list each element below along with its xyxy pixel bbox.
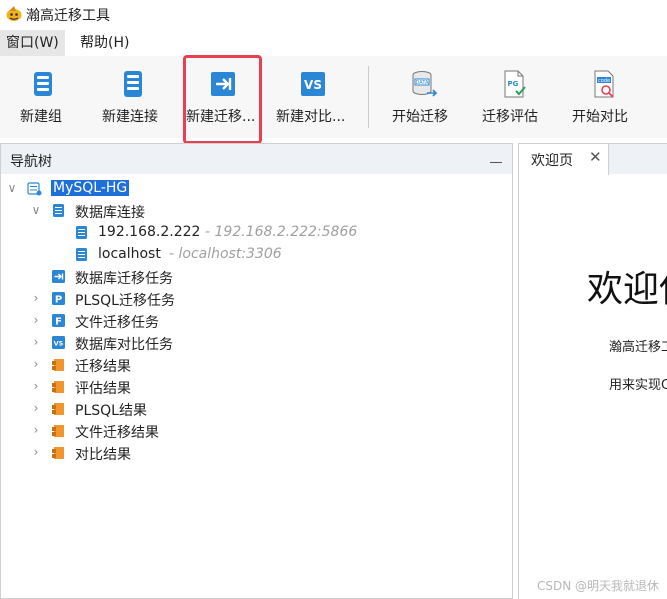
- tree-node-compare-results[interactable]: › 对比结果: [1, 442, 512, 464]
- chevron-right-icon[interactable]: ›: [28, 290, 44, 306]
- app-logo-icon: [6, 6, 22, 21]
- result-folder-icon: [52, 447, 64, 459]
- highlight-annotation: [183, 55, 262, 144]
- server-icon: [76, 226, 87, 239]
- result-folder-icon: [52, 359, 64, 371]
- data-transfer-icon: DATA: [412, 71, 438, 97]
- svg-text:VS: VS: [54, 340, 64, 348]
- tab-welcome[interactable]: 欢迎页 ✕: [519, 144, 609, 175]
- watermark: CSDN @明天我就退休: [537, 579, 660, 593]
- start-migration-label: 开始迁移: [392, 109, 448, 125]
- start-compare-button[interactable]: code 开始对比: [572, 56, 636, 138]
- chevron-right-icon[interactable]: ›: [28, 378, 44, 394]
- svg-text:F: F: [55, 317, 62, 328]
- svg-text:P: P: [55, 295, 62, 306]
- chevron-right-icon[interactable]: ›: [28, 312, 44, 328]
- chevron-right-icon[interactable]: ›: [28, 444, 44, 460]
- tree-node-file-migration-results[interactable]: › 文件迁移结果: [1, 420, 512, 442]
- new-connection-label: 新建连接: [102, 109, 158, 125]
- result-folder-icon: [52, 403, 64, 415]
- migration-arrow-icon: [52, 270, 65, 283]
- toolbar-separator: [368, 66, 369, 128]
- tree-node-plsql-tasks[interactable]: › P PLSQL迁移任务: [1, 288, 512, 310]
- welcome-description-text: 用来实现O: [609, 378, 667, 393]
- tab-welcome-label: 欢迎页: [531, 153, 573, 169]
- chevron-right-icon[interactable]: ›: [28, 334, 44, 350]
- tree-node-label: 数据库迁移任务: [75, 271, 173, 287]
- tree-node-file-tasks[interactable]: › F 文件迁移任务: [1, 310, 512, 332]
- tree-node-label: 评估结果: [75, 381, 131, 397]
- new-connection-button[interactable]: 新建连接: [102, 56, 166, 138]
- tree-node-label: 文件迁移任务: [75, 315, 159, 331]
- tree-root-label: MySQL-HG: [51, 180, 130, 196]
- menu-window[interactable]: 窗口(W): [0, 30, 65, 56]
- tree-node-label: PLSQL迁移任务: [75, 293, 175, 309]
- tree-node-compare-tasks[interactable]: › VS 数据库对比任务: [1, 332, 512, 354]
- tree-node-label: 数据库连接: [75, 205, 145, 221]
- svg-text:code: code: [598, 78, 610, 84]
- new-group-label: 新建组: [20, 109, 62, 125]
- tree-node-label: 对比结果: [75, 447, 131, 463]
- tree-node-label: 迁移结果: [75, 359, 131, 375]
- tree-node-db-migration-tasks[interactable]: 数据库迁移任务: [1, 266, 512, 288]
- server-group-icon: [27, 182, 42, 196]
- result-folder-icon: [52, 425, 64, 437]
- tree-node-label: 数据库对比任务: [75, 337, 173, 353]
- p-badge-icon: P: [52, 292, 65, 306]
- toolbar: 新建组 新建连接 新建迁移... VS 新建对比... DATA 开始迁移 PG…: [0, 56, 667, 138]
- migration-assessment-label: 迁移评估: [482, 109, 538, 125]
- svg-text:VS: VS: [304, 78, 322, 92]
- chevron-right-icon[interactable]: ›: [28, 400, 44, 416]
- start-compare-label: 开始对比: [572, 109, 628, 125]
- new-group-button[interactable]: 新建组: [20, 56, 70, 138]
- navigator-title: 导航树: [10, 154, 52, 170]
- server-icon: [76, 248, 87, 261]
- server-group-icon: [34, 72, 52, 96]
- editor-panel: 欢迎页 ✕ 欢迎使 瀚高迁移工 用来实现O: [518, 143, 667, 599]
- pg-document-icon: PG: [504, 70, 526, 98]
- vs-badge-icon: VS: [52, 336, 65, 349]
- start-migration-button[interactable]: DATA 开始迁移: [392, 56, 456, 138]
- server-icon: [53, 204, 64, 217]
- connection-label: 192.168.2.222: [98, 224, 201, 240]
- f-badge-icon: F: [52, 314, 65, 328]
- svg-text:PG: PG: [508, 80, 519, 88]
- navigator-header: 导航树: [1, 144, 512, 174]
- editor-tab-bar: 欢迎页 ✕: [519, 144, 667, 175]
- vs-compare-icon: VS: [301, 72, 325, 96]
- minimize-icon[interactable]: [488, 151, 504, 165]
- menu-help[interactable]: 帮助(H): [74, 30, 135, 56]
- menu-bar: 窗口(W) 帮助(H): [0, 30, 667, 56]
- connection-address: - localhost:3306: [169, 246, 282, 262]
- migration-assessment-button[interactable]: PG 迁移评估: [482, 56, 546, 138]
- connection-address: - 192.168.2.222:5866: [205, 224, 358, 240]
- welcome-intro-text: 瀚高迁移工: [609, 340, 667, 355]
- tree-node-migration-results[interactable]: › 迁移结果: [1, 354, 512, 376]
- server-connection-icon: [124, 71, 142, 97]
- tree-node-label: 文件迁移结果: [75, 425, 159, 441]
- chevron-right-icon[interactable]: ›: [28, 356, 44, 372]
- tree-item-connection[interactable]: 192.168.2.222 - 192.168.2.222:5866: [1, 222, 512, 244]
- title-bar: 瀚高迁移工具: [0, 0, 667, 28]
- welcome-heading: 欢迎使: [587, 269, 667, 310]
- window-title: 瀚高迁移工具: [26, 8, 110, 24]
- new-compare-label: 新建对比...: [276, 109, 346, 125]
- code-compare-icon: code: [594, 70, 614, 98]
- connection-label: localhost: [98, 246, 161, 262]
- chevron-down-icon[interactable]: ∨: [28, 202, 44, 218]
- tree-root-mysql-hg[interactable]: ∨ MySQL-HG: [1, 178, 512, 200]
- tree-node-assessment-results[interactable]: › 评估结果: [1, 376, 512, 398]
- tree-node-label: PLSQL结果: [75, 403, 147, 419]
- chevron-down-icon[interactable]: ∨: [4, 180, 20, 196]
- tree-node-plsql-results[interactable]: › PLSQL结果: [1, 398, 512, 420]
- new-compare-button[interactable]: VS 新建对比...: [276, 56, 350, 138]
- chevron-right-icon[interactable]: ›: [28, 422, 44, 438]
- result-folder-icon: [52, 381, 64, 393]
- tree-node-db-connections[interactable]: ∨ 数据库连接: [1, 200, 512, 222]
- close-icon[interactable]: ✕: [589, 148, 602, 166]
- tree-item-connection[interactable]: localhost - localhost:3306: [1, 244, 512, 266]
- svg-text:DATA: DATA: [416, 80, 429, 86]
- navigator-panel: 导航树 ∨ MySQL-HG ∨ 数据库连接 192.168.2.222 - 1…: [0, 143, 513, 599]
